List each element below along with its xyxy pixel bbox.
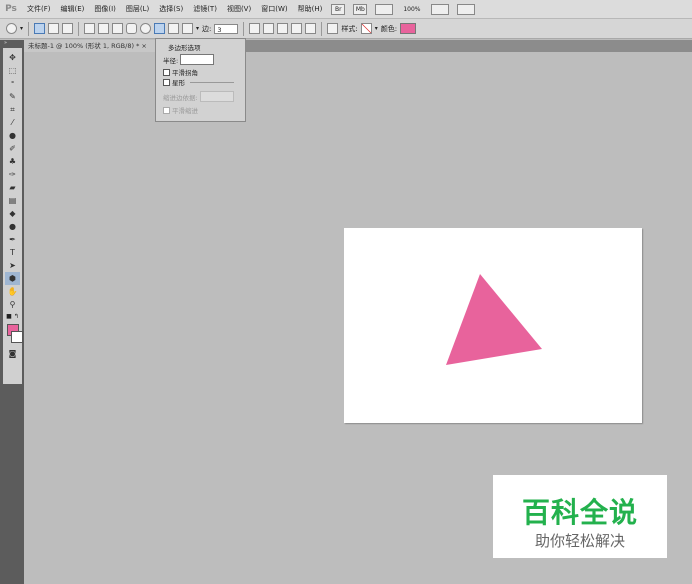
document-tab-strip: 未标题-1 @ 100% (形状 1, RGB/8) * × <box>24 40 692 52</box>
panel-collapse-icon[interactable]: » <box>4 40 20 46</box>
zoom-level[interactable]: 100% <box>403 6 420 13</box>
swap-colors-icon[interactable]: ↰ <box>14 313 19 320</box>
minibridge-button[interactable]: Mb <box>353 3 368 15</box>
options-bar: ▾ ▾ 边: 3 样式: ▾ 颜色: <box>0 19 692 39</box>
document-canvas[interactable] <box>344 228 642 423</box>
healing-icon[interactable]: ● <box>5 129 20 142</box>
app-logo: Ps <box>5 4 17 14</box>
indent-input <box>199 91 234 102</box>
menu-image[interactable]: 图像(I) <box>89 4 121 14</box>
exclude-shape-button[interactable] <box>305 23 317 34</box>
separator <box>321 21 323 36</box>
smooth-corners-checkbox[interactable] <box>163 68 170 76</box>
style-label: 样式: <box>341 24 358 33</box>
polygon-tool-button[interactable] <box>154 23 166 34</box>
separator <box>78 21 80 36</box>
radius-label: 半径: <box>163 56 179 65</box>
menu-select[interactable]: 选择(S) <box>154 4 188 14</box>
watermark-subtitle: 助你轻松解决 <box>534 532 625 550</box>
custom-shape-button[interactable] <box>182 23 194 34</box>
fill-pixels-button[interactable] <box>62 23 74 34</box>
pen-icon[interactable]: ✒ <box>5 233 20 246</box>
preset-dropdown-icon[interactable]: ▾ <box>20 25 23 32</box>
default-colors-icon[interactable]: ■ <box>6 313 12 320</box>
watermark-title: 百科全说 <box>521 496 638 529</box>
zoom-icon[interactable]: ⚲ <box>5 298 20 311</box>
history-brush-icon[interactable]: ✑ <box>5 168 20 181</box>
tools-list: ✥ ⬚ ᐤ ✎ ⌗ ⁄ ● ✐ ♣ ✑ ▰ ▤ ◆ ● ✒ T ➤ ⬢ ✋ ⚲ … <box>3 48 23 384</box>
polygon-options-popup: 多边形选项 半径: 平滑拐角 星形 缩进边依据: 平滑缩进 <box>155 38 246 122</box>
triangle-shape[interactable] <box>446 274 542 365</box>
intersect-shape-button[interactable] <box>291 23 303 34</box>
tools-panel: » ✥ ⬚ ᐤ ✎ ⌗ ⁄ ● ✐ ♣ ✑ ▰ ▤ ◆ ● ✒ T ➤ ⬢ ✋ … <box>0 40 24 584</box>
sides-label: 边: <box>202 24 212 33</box>
hand-icon[interactable]: ✋ <box>5 285 20 298</box>
quick-mask-icon[interactable]: ◙ <box>5 347 20 360</box>
quick-select-icon[interactable]: ✎ <box>5 90 20 103</box>
document-tab[interactable]: 未标题-1 @ 100% (形状 1, RGB/8) * × <box>24 40 156 52</box>
menu-edit[interactable]: 编辑(E) <box>56 4 90 14</box>
color-label: 颜色: <box>380 24 398 33</box>
subtract-shape-button[interactable] <box>277 23 289 34</box>
brush-icon[interactable]: ✐ <box>5 142 20 155</box>
add-shape-button[interactable] <box>263 23 275 34</box>
path-select-icon[interactable]: ➤ <box>5 259 20 272</box>
view-extras-button[interactable] <box>375 3 394 15</box>
ellipse-tool-button[interactable] <box>140 23 152 34</box>
color-swatch[interactable] <box>400 23 417 34</box>
pen-tool-button[interactable] <box>84 23 96 34</box>
indent-label: 缩进边依据: <box>163 93 198 102</box>
eraser-icon[interactable]: ▰ <box>5 181 20 194</box>
marquee-icon[interactable]: ⬚ <box>5 64 20 77</box>
eyedropper-icon[interactable]: ⁄ <box>5 116 20 129</box>
freeform-pen-button[interactable] <box>98 23 110 34</box>
stamp-icon[interactable]: ♣ <box>5 155 20 168</box>
dodge-icon[interactable]: ● <box>5 220 20 233</box>
radius-input[interactable] <box>180 54 215 65</box>
style-picker-icon[interactable] <box>360 23 372 34</box>
type-icon[interactable]: T <box>5 246 20 259</box>
blur-icon[interactable]: ◆ <box>5 207 20 220</box>
menu-filter[interactable]: 滤镜(T) <box>188 4 222 14</box>
menu-layer[interactable]: 图层(L) <box>121 4 154 14</box>
arrange-documents-button[interactable] <box>430 3 449 15</box>
smooth-indents-checkbox <box>163 106 170 114</box>
crop-icon[interactable]: ⌗ <box>5 103 20 116</box>
rounded-rectangle-button[interactable] <box>126 23 138 34</box>
shape-layers-button[interactable] <box>34 23 46 34</box>
menu-bar: Ps 文件(F) 编辑(E) 图像(I) 图层(L) 选择(S) 滤镜(T) 视… <box>0 0 692 19</box>
menu-window[interactable]: 窗口(W) <box>256 4 292 14</box>
menu-view[interactable]: 视图(V) <box>222 4 256 14</box>
geometry-options-icon[interactable]: ▾ <box>196 25 199 32</box>
rectangle-tool-button[interactable] <box>112 23 124 34</box>
lasso-icon[interactable]: ᐤ <box>5 77 20 90</box>
star-checkbox[interactable] <box>163 78 170 86</box>
screen-mode-button[interactable] <box>456 3 475 15</box>
menu-file[interactable]: 文件(F) <box>22 4 56 14</box>
style-dropdown-icon[interactable]: ▾ <box>375 25 378 32</box>
smooth-indents-label: 平滑缩进 <box>172 107 198 115</box>
watermark: 百科全说 助你轻松解决 <box>493 475 667 558</box>
sides-input[interactable]: 3 <box>214 23 239 34</box>
separator <box>28 21 30 36</box>
link-layer-icon[interactable] <box>327 23 339 34</box>
star-label: 星形 <box>172 79 185 87</box>
move-icon[interactable]: ✥ <box>5 51 20 64</box>
polygon-icon[interactable]: ⬢ <box>5 272 20 285</box>
background-color-swatch[interactable] <box>10 331 23 343</box>
line-tool-button[interactable] <box>168 23 180 34</box>
star-group-divider <box>190 81 234 83</box>
menu-help[interactable]: 帮助(H) <box>293 4 328 14</box>
canvas-drawing <box>446 274 542 365</box>
smooth-corners-label: 平滑拐角 <box>172 69 198 77</box>
tool-preset-icon[interactable] <box>6 23 17 34</box>
paths-button[interactable] <box>48 23 60 34</box>
bridge-button[interactable]: Br <box>331 3 346 15</box>
popup-title: 多边形选项 <box>168 44 201 52</box>
separator <box>243 21 245 36</box>
create-new-shape-button[interactable] <box>249 23 261 34</box>
gradient-icon[interactable]: ▤ <box>5 194 20 207</box>
